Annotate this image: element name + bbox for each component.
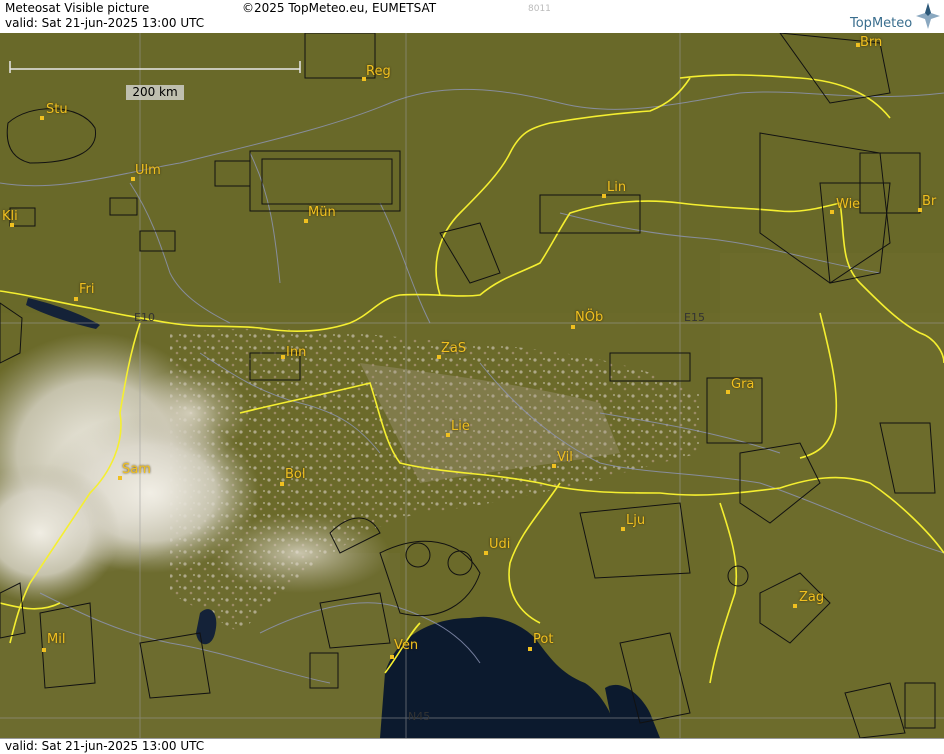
map-code: 8011 [528,4,551,14]
header-bar: Meteosat Visible picture valid: Sat 21-j… [0,0,944,34]
city-label-br[interactable]: Br [922,194,936,209]
city-marker-ven [390,655,394,659]
city-label-brn[interactable]: Brn [860,35,882,50]
city-marker-bol [280,482,284,486]
city-marker-inn [281,355,285,359]
city-marker-pot [528,647,532,651]
city-label-nob[interactable]: NÖb [575,310,603,325]
city-label-fri[interactable]: Fri [79,282,95,297]
city-marker-lju [621,527,625,531]
city-marker-fri [74,297,78,301]
city-marker-lin [602,194,606,198]
scale-label: 200 km [126,85,184,100]
city-marker-zag [793,604,797,608]
city-label-sam[interactable]: Sam [122,462,151,477]
city-label-bol[interactable]: Bol [285,467,305,482]
topmeteo-logo[interactable]: TopMeteo [848,2,940,32]
copyright-text: ©2025 TopMeteo.eu, EUMETSAT [242,1,437,15]
valid-time-top: valid: Sat 21-jun-2025 13:00 UTC [5,16,205,30]
logo-text: TopMeteo [850,16,913,31]
city-label-pot[interactable]: Pot [533,632,553,647]
city-label-zag[interactable]: Zag [799,590,824,605]
footer-bar: valid: Sat 21-jun-2025 13:00 UTC [0,738,944,754]
valid-time-bottom: valid: Sat 21-jun-2025 13:00 UTC [5,739,205,753]
city-label-inn[interactable]: Inn [286,345,306,360]
city-marker-lie [446,433,450,437]
satellite-map[interactable]: 200 km E10 E15 N45 Brn Reg Stu Ulm Mün K… [0,33,944,738]
grid-label-e15: E15 [684,311,705,324]
grid-label-e10: E10 [134,311,155,324]
city-label-mil[interactable]: Mil [47,632,65,647]
city-marker-vil [552,464,556,468]
city-marker-nob [571,325,575,329]
city-label-vil[interactable]: Vil [557,450,573,465]
city-marker-gra [726,390,730,394]
city-label-udi[interactable]: Udi [489,537,510,552]
page: Meteosat Visible picture valid: Sat 21-j… [0,0,944,754]
city-label-kli[interactable]: Kli [2,209,18,224]
city-label-lju[interactable]: Lju [626,513,645,528]
city-label-lie[interactable]: Lie [451,419,470,434]
city-label-mun[interactable]: Mün [308,205,336,220]
city-label-reg[interactable]: Reg [366,64,391,79]
city-label-gra[interactable]: Gra [731,377,754,392]
city-marker-wie [830,210,834,214]
city-label-ven[interactable]: Ven [394,638,418,653]
city-label-zas[interactable]: ZaS [441,341,466,356]
city-label-lin[interactable]: Lin [607,180,626,195]
city-label-wie[interactable]: Wie [836,197,860,212]
city-marker-mil [42,648,46,652]
city-marker-udi [484,551,488,555]
map-layer [0,33,944,738]
city-marker-stu [40,116,44,120]
city-label-ulm[interactable]: Ulm [135,163,161,178]
map-title: Meteosat Visible picture [5,1,150,15]
city-label-stu[interactable]: Stu [46,102,68,117]
grid-label-n45: N45 [408,710,431,723]
